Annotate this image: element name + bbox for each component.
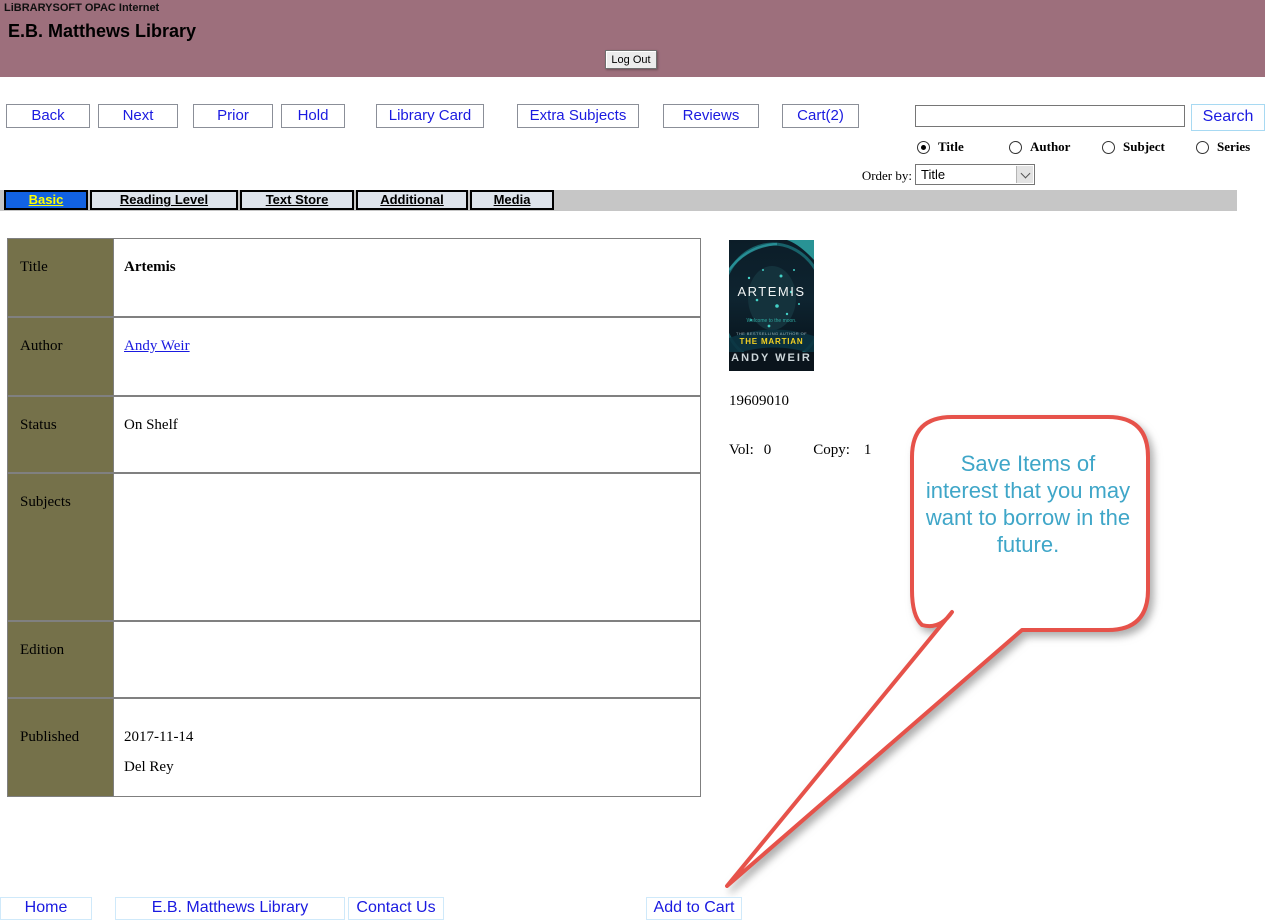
tab-basic[interactable]: Basic xyxy=(4,190,88,210)
field-value-status: On Shelf xyxy=(114,397,700,472)
table-row-title: Title Artemis xyxy=(8,239,700,318)
field-value-published: 2017-11-14 Del Rey xyxy=(114,699,700,796)
cart-button[interactable]: Cart(2) xyxy=(782,104,859,128)
radio-author[interactable]: Author xyxy=(1009,139,1070,155)
tab-text-store[interactable]: Text Store xyxy=(240,190,354,210)
order-by-label: Order by: xyxy=(842,168,912,184)
field-value-title: Artemis xyxy=(114,239,700,316)
chevron-down-icon[interactable] xyxy=(1016,166,1033,183)
record-table: Title Artemis Author Andy Weir Status On… xyxy=(7,238,701,797)
library-card-button[interactable]: Library Card xyxy=(376,104,484,128)
cover-author-text: ANDY WEIR xyxy=(729,352,814,364)
field-label-author: Author xyxy=(8,318,114,395)
hold-button[interactable]: Hold xyxy=(281,104,345,128)
search-input[interactable] xyxy=(915,105,1185,127)
field-label-published: Published xyxy=(8,699,114,796)
author-link[interactable]: Andy Weir xyxy=(124,338,190,354)
cover-martian-text: THE MARTIAN xyxy=(729,337,814,346)
published-date: 2017-11-14 xyxy=(124,729,193,745)
library-name: E.B. Matthews Library xyxy=(8,21,196,42)
publisher-name: Del Rey xyxy=(124,759,700,776)
field-value-edition xyxy=(114,622,700,697)
app-title: LiBRARYSOFT OPAC Internet xyxy=(4,2,159,14)
radio-title[interactable]: Title xyxy=(917,139,964,155)
next-button[interactable]: Next xyxy=(98,104,178,128)
table-row-published: Published 2017-11-14 Del Rey xyxy=(8,699,700,796)
radio-subject-label: Subject xyxy=(1123,139,1165,155)
radio-author-label: Author xyxy=(1030,139,1070,155)
table-row-subjects: Subjects xyxy=(8,474,700,622)
order-by-value: Title xyxy=(921,167,945,182)
reviews-button[interactable]: Reviews xyxy=(663,104,759,128)
search-button[interactable]: Search xyxy=(1191,104,1265,131)
contact-us-link[interactable]: Contact Us xyxy=(348,897,444,920)
radio-title-label: Title xyxy=(938,139,964,155)
cover-byline-text: THE BESTSELLING AUTHOR OF xyxy=(729,331,814,336)
field-label-status: Status xyxy=(8,397,114,472)
radio-title-circle[interactable] xyxy=(917,141,930,154)
radio-author-circle[interactable] xyxy=(1009,141,1022,154)
radio-subject-circle[interactable] xyxy=(1102,141,1115,154)
prior-button[interactable]: Prior xyxy=(193,104,273,128)
tab-media[interactable]: Media xyxy=(470,190,554,210)
radio-series-label: Series xyxy=(1217,139,1250,155)
field-label-subjects: Subjects xyxy=(8,474,114,620)
cover-tagline-text: Welcome to the moon. xyxy=(729,318,814,324)
order-by-select[interactable]: Title xyxy=(915,164,1035,185)
header-bar: LiBRARYSOFT OPAC Internet E.B. Matthews … xyxy=(0,0,1265,77)
table-row-edition: Edition xyxy=(8,622,700,699)
cover-title-text: ARTEMIS xyxy=(729,284,814,299)
radio-subject[interactable]: Subject xyxy=(1102,139,1165,155)
library-home-link[interactable]: E.B. Matthews Library xyxy=(115,897,345,920)
logout-button[interactable]: Log Out xyxy=(605,50,657,69)
tab-reading-level[interactable]: Reading Level xyxy=(90,190,238,210)
back-button[interactable]: Back xyxy=(6,104,90,128)
radio-series-circle[interactable] xyxy=(1196,141,1209,154)
field-value-subjects xyxy=(114,474,700,620)
table-row-author: Author Andy Weir xyxy=(8,318,700,397)
opac-page: LiBRARYSOFT OPAC Internet E.B. Matthews … xyxy=(0,0,1265,921)
tab-additional[interactable]: Additional xyxy=(356,190,468,210)
field-value-author: Andy Weir xyxy=(114,318,700,395)
field-label-edition: Edition xyxy=(8,622,114,697)
extra-subjects-button[interactable]: Extra Subjects xyxy=(517,104,639,128)
field-label-title: Title xyxy=(8,239,114,316)
home-link[interactable]: Home xyxy=(0,897,92,920)
table-row-status: Status On Shelf xyxy=(8,397,700,474)
callout-message: Save Items of interest that you may want… xyxy=(922,450,1134,558)
add-to-cart-link[interactable]: Add to Cart xyxy=(646,897,742,920)
radio-series[interactable]: Series xyxy=(1196,139,1250,155)
book-cover-image: ARTEMIS Welcome to the moon. THE BESTSEL… xyxy=(729,240,814,371)
